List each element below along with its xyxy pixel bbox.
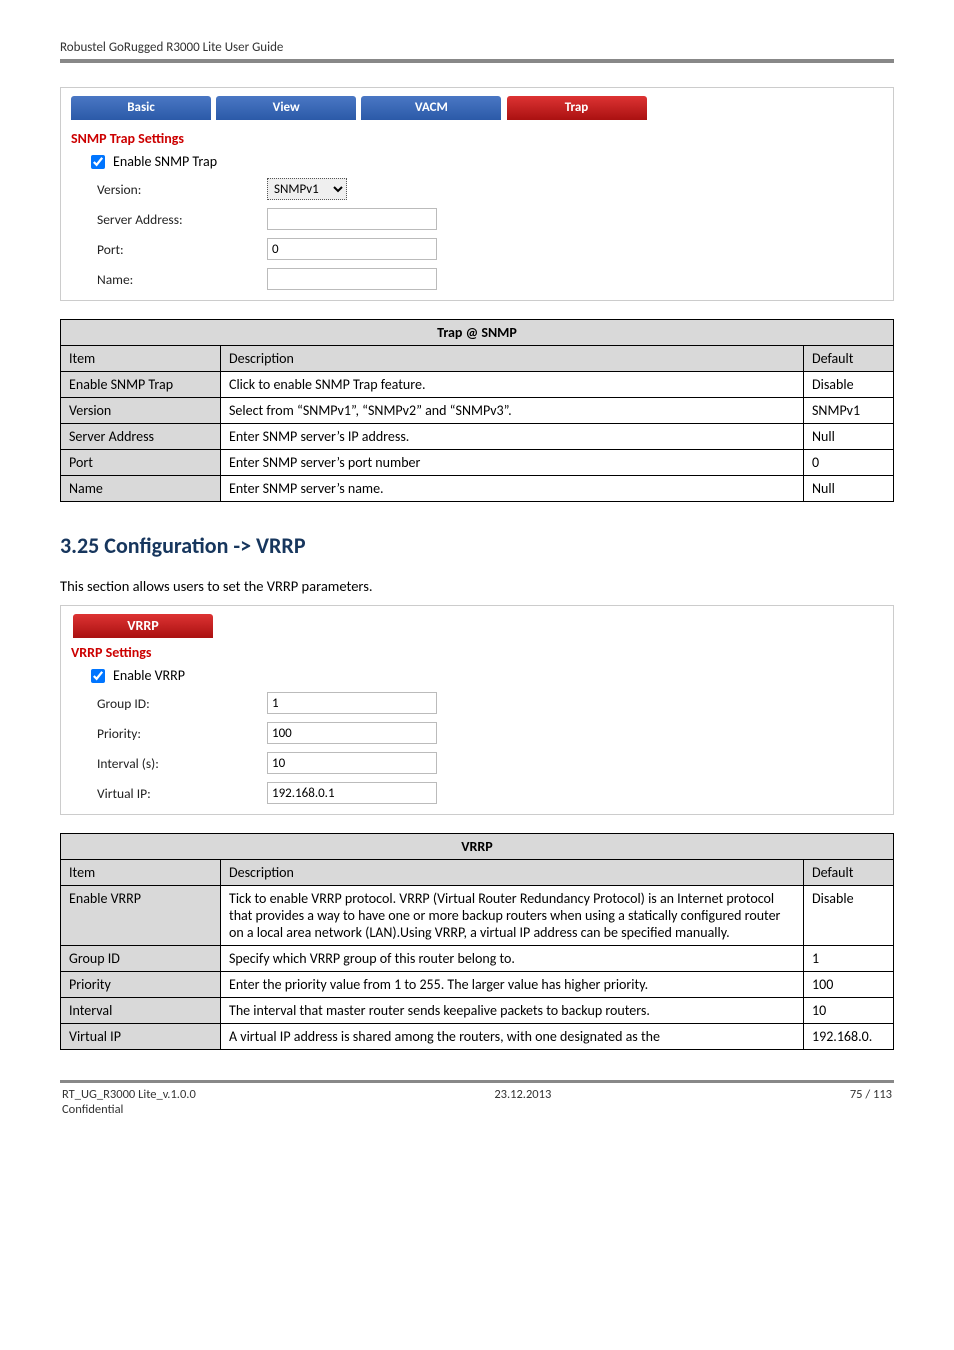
table-row: Version Select from “SNMPv1”, “SNMPv2” a… [61,398,894,424]
table-row: Name Enter SNMP server’s name. Null [61,476,894,502]
table-row: Server Address Enter SNMP server’s IP ad… [61,424,894,450]
section-intro: This section allows users to set the VRR… [60,577,894,595]
tab-basic[interactable]: Basic [71,96,211,120]
section-heading-vrrp: 3.25 Configuration -> VRRP [60,532,894,559]
virtual-ip-label: Virtual IP: [97,785,267,802]
tab-trap[interactable]: Trap [507,96,647,120]
table-row: Port Enter SNMP server’s port number 0 [61,450,894,476]
table-row: Group ID Specify which VRRP group of thi… [61,946,894,972]
virtual-ip-row: Virtual IP: [61,778,893,814]
enable-snmp-trap-row: Enable SNMP Trap [61,149,893,174]
snmp-trap-panel: Basic View VACM Trap SNMP Trap Settings … [60,87,894,301]
priority-row: Priority: [61,718,893,748]
version-row: Version: SNMPv1 [61,174,893,204]
server-address-label: Server Address: [97,211,267,228]
footer-right: 75 / 113 [850,1087,892,1102]
enable-vrrp-row: Enable VRRP [61,663,893,688]
footer-left: RT_UG_R3000 Lite_v.1.0.0 [62,1087,196,1102]
interval-row: Interval (s): [61,748,893,778]
table-row: Interval The interval that master router… [61,998,894,1024]
snmp-table-title: Trap @ SNMP [61,320,894,346]
version-select[interactable]: SNMPv1 [267,178,347,200]
port-row: Port: [61,234,893,264]
name-label: Name: [97,271,267,288]
interval-label: Interval (s): [97,755,267,772]
tab-view[interactable]: View [216,96,356,120]
snmp-trap-table: Trap @ SNMP Item Description Default Ena… [60,319,894,502]
vrrp-panel: VRRP VRRP Settings Enable VRRP Group ID:… [60,605,894,815]
vrrp-heading: VRRP Settings [61,638,893,663]
priority-input[interactable] [267,722,437,744]
tab-vrrp[interactable]: VRRP [73,614,213,638]
port-input[interactable] [267,238,437,260]
name-input[interactable] [267,268,437,290]
table-row: Priority Enter the priority value from 1… [61,972,894,998]
col-desc-hdr: Description [221,346,804,372]
virtual-ip-input[interactable] [267,782,437,804]
priority-label: Priority: [97,725,267,742]
port-label: Port: [97,241,267,258]
group-id-row: Group ID: [61,688,893,718]
interval-input[interactable] [267,752,437,774]
vrrp-table: VRRP Item Description Default Enable VRR… [60,833,894,1050]
enable-snmp-trap-checkbox[interactable] [91,155,105,169]
group-id-input[interactable] [267,692,437,714]
server-address-row: Server Address: [61,204,893,234]
snmp-trap-heading: SNMP Trap Settings [61,124,893,149]
doc-header: Robustel GoRugged R3000 Lite User Guide [60,40,894,55]
table-row: Item Description Default [61,860,894,886]
server-address-input[interactable] [267,208,437,230]
version-label: Version: [97,181,267,198]
header-rule [60,59,894,63]
group-id-label: Group ID: [97,695,267,712]
table-row: Enable VRRP Tick to enable VRRP protocol… [61,886,894,946]
footer-center: 23.12.2013 [494,1087,551,1102]
table-row: Enable SNMP Trap Click to enable SNMP Tr… [61,372,894,398]
col-item-hdr: Item [61,346,221,372]
table-row: Item Description Default [61,346,894,372]
enable-snmp-trap-label: Enable SNMP Trap [113,153,217,170]
name-row: Name: [61,264,893,300]
tab-vacm[interactable]: VACM [361,96,501,120]
footer-row: RT_UG_R3000 Lite_v.1.0.0 23.12.2013 75 /… [60,1083,894,1102]
enable-vrrp-label: Enable VRRP [113,667,185,684]
vrrp-table-title: VRRP [61,834,894,860]
table-row: Virtual IP A virtual IP address is share… [61,1024,894,1050]
col-def-hdr: Default [804,346,894,372]
snmp-tabs: Basic View VACM Trap [61,88,893,124]
footer-left2: Confidential [60,1102,894,1117]
enable-vrrp-checkbox[interactable] [91,669,105,683]
